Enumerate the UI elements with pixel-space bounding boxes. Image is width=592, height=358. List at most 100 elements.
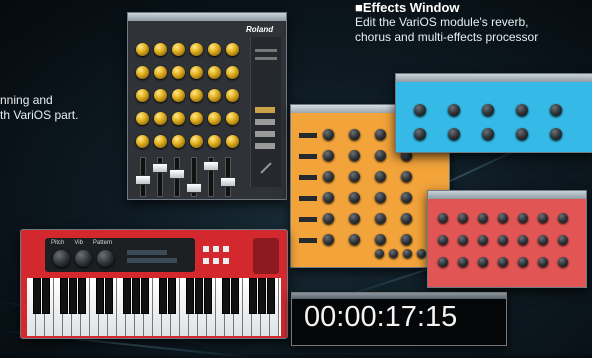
black-key[interactable] (249, 278, 257, 314)
fader-handle[interactable] (186, 183, 202, 193)
pitch-knob[interactable] (53, 250, 70, 267)
fx-knob[interactable] (375, 150, 386, 161)
fx-knob[interactable] (349, 213, 360, 224)
fx-knob[interactable] (518, 235, 528, 245)
fx-knob[interactable] (478, 235, 488, 245)
fx-knob[interactable] (375, 171, 386, 182)
black-key[interactable] (123, 278, 131, 314)
fx-knob[interactable] (558, 235, 568, 245)
black-key[interactable] (96, 278, 104, 314)
black-key[interactable] (231, 278, 239, 314)
black-key[interactable] (204, 278, 212, 314)
fx-knob[interactable] (518, 257, 528, 267)
fx-knob[interactable] (401, 171, 412, 182)
pad-button[interactable] (203, 246, 209, 252)
fx-knob[interactable] (401, 234, 412, 245)
fx-knob[interactable] (538, 235, 548, 245)
black-key[interactable] (33, 278, 41, 314)
black-key[interactable] (159, 278, 167, 314)
fx-knob[interactable] (349, 129, 360, 140)
fx-knob[interactable] (458, 257, 468, 267)
black-key[interactable] (258, 278, 266, 314)
fx-knob[interactable] (518, 213, 528, 223)
keyboard-window[interactable]: Pitch Vib Pattern (20, 229, 288, 339)
fx-knob[interactable] (538, 213, 548, 223)
fx-knob[interactable] (414, 104, 426, 116)
fader-handle[interactable] (220, 177, 236, 187)
fx-knob[interactable] (482, 128, 494, 140)
fx-knob[interactable] (438, 213, 448, 223)
fx-knob[interactable] (438, 257, 448, 267)
fader-handle[interactable] (152, 163, 168, 173)
fx-knob[interactable] (478, 213, 488, 223)
mixer-side-button[interactable] (255, 119, 275, 125)
fx-knob[interactable] (516, 104, 528, 116)
fx-knob[interactable] (323, 150, 334, 161)
black-key[interactable] (105, 278, 113, 314)
fx-knob[interactable] (323, 171, 334, 182)
fx-knob[interactable] (438, 235, 448, 245)
fx-knob[interactable] (414, 128, 426, 140)
fx-knob[interactable] (550, 128, 562, 140)
mixer-side-button[interactable] (255, 143, 275, 149)
fx-knob[interactable] (458, 213, 468, 223)
pattern-knob[interactable] (97, 250, 114, 267)
vib-knob[interactable] (75, 250, 92, 267)
fx-knob[interactable] (498, 257, 508, 267)
fx-knob[interactable] (448, 128, 460, 140)
fx-knob[interactable] (538, 257, 548, 267)
pad-button[interactable] (213, 258, 219, 264)
fx-knob[interactable] (323, 213, 334, 224)
mixer-window[interactable]: Roland (127, 12, 287, 200)
fx-knob[interactable] (375, 192, 386, 203)
black-key[interactable] (267, 278, 275, 314)
fx-knob[interactable] (349, 171, 360, 182)
fx-knob[interactable] (558, 213, 568, 223)
fx-knob[interactable] (516, 128, 528, 140)
fx-knob[interactable] (323, 234, 334, 245)
fader-handle[interactable] (169, 169, 185, 179)
fx-knob[interactable] (375, 249, 384, 258)
mixer-side-button[interactable] (255, 131, 275, 137)
black-key[interactable] (132, 278, 140, 314)
fx-knob[interactable] (401, 213, 412, 224)
effects-window-red[interactable] (427, 190, 587, 288)
piano-keybed[interactable] (27, 278, 281, 336)
fx-knob[interactable] (403, 249, 412, 258)
black-key[interactable] (60, 278, 68, 314)
black-key[interactable] (78, 278, 86, 314)
fx-knob[interactable] (458, 235, 468, 245)
fader-handle[interactable] (203, 161, 219, 171)
fx-knob[interactable] (550, 104, 562, 116)
pad-button[interactable] (223, 258, 229, 264)
black-key[interactable] (195, 278, 203, 314)
fx-knob[interactable] (375, 213, 386, 224)
fx-knob[interactable] (389, 249, 398, 258)
fx-knob[interactable] (417, 249, 426, 258)
timecode-titlebar[interactable] (292, 293, 506, 299)
black-key[interactable] (186, 278, 194, 314)
fx-knob[interactable] (349, 192, 360, 203)
effects-window-blue[interactable] (395, 73, 592, 153)
black-key[interactable] (222, 278, 230, 314)
fx-knob[interactable] (323, 192, 334, 203)
black-key[interactable] (141, 278, 149, 314)
pad-button[interactable] (213, 246, 219, 252)
mixer-side-button[interactable] (255, 107, 275, 113)
fx-knob[interactable] (349, 150, 360, 161)
pad-button[interactable] (203, 258, 209, 264)
fx-knob[interactable] (375, 234, 386, 245)
black-key[interactable] (42, 278, 50, 314)
fx-knob[interactable] (349, 234, 360, 245)
black-key[interactable] (168, 278, 176, 314)
black-key[interactable] (69, 278, 77, 314)
fx-knob[interactable] (482, 104, 494, 116)
fx-knob[interactable] (498, 235, 508, 245)
fx-knob[interactable] (478, 257, 488, 267)
fader-handle[interactable] (135, 175, 151, 185)
fx-knob[interactable] (323, 129, 334, 140)
pad-button[interactable] (223, 246, 229, 252)
fx-knob[interactable] (558, 257, 568, 267)
fx-knob[interactable] (448, 104, 460, 116)
fx-knob[interactable] (375, 129, 386, 140)
